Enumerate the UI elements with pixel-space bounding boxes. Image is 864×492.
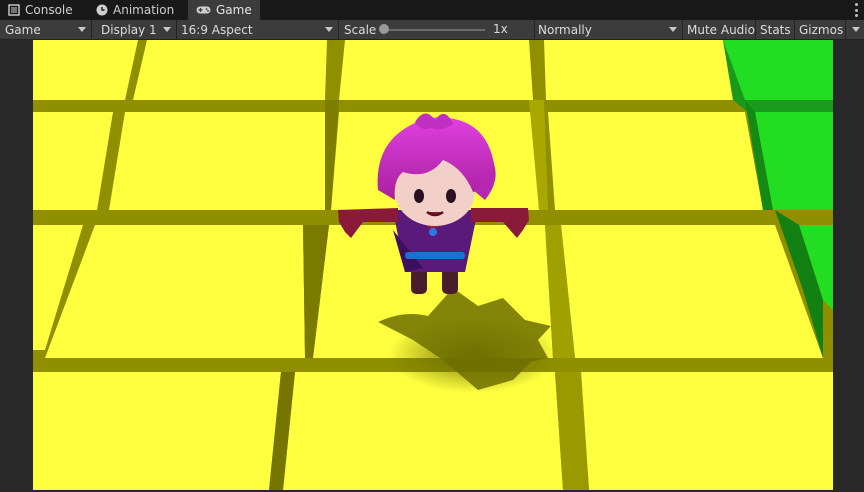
display-value: Display 1 — [101, 22, 157, 37]
aspect-value: 16:9 Aspect — [181, 22, 253, 37]
display-dropdown[interactable]: Display 1 — [92, 20, 177, 39]
game-view-toolbar: Game Display 1 16:9 Aspect Scale 1x Norm… — [0, 20, 864, 40]
scale-label: Scale — [344, 22, 377, 37]
tab-animation-label: Animation — [113, 3, 175, 17]
chevron-down-icon — [163, 27, 171, 32]
mute-audio-button[interactable]: Mute Audio — [683, 20, 756, 39]
more-options-icon[interactable] — [854, 3, 858, 17]
scale-slider-track[interactable] — [381, 29, 485, 31]
display-mode-value: Game — [5, 22, 41, 37]
chevron-down-icon — [325, 27, 333, 32]
chevron-down-icon — [669, 27, 677, 32]
chevron-down-icon — [78, 27, 86, 32]
chevron-down-icon — [852, 27, 860, 32]
tab-animation[interactable]: Animation — [88, 0, 188, 20]
gizmos-menu-dropdown[interactable] — [846, 20, 864, 39]
mute-audio-label: Mute Audio — [687, 22, 755, 37]
game-scene — [33, 40, 833, 490]
play-mode-value: Normally — [538, 22, 592, 37]
tab-game[interactable]: Game — [188, 0, 260, 20]
console-icon — [8, 4, 20, 16]
tab-game-label: Game — [216, 3, 252, 17]
window-tab-bar: Console Animation Game — [0, 0, 864, 21]
gamepad-icon — [196, 4, 211, 16]
scale-value: 1x — [493, 22, 508, 36]
stats-label: Stats — [760, 22, 791, 37]
stats-button[interactable]: Stats — [756, 20, 795, 39]
scale-slider-handle[interactable] — [379, 24, 389, 34]
play-mode-dropdown[interactable]: Normally — [535, 20, 683, 39]
aspect-dropdown[interactable]: 16:9 Aspect — [177, 20, 339, 39]
game-viewport[interactable] — [33, 40, 833, 490]
tab-console[interactable]: Console — [0, 0, 82, 20]
scale-control: Scale 1x — [339, 20, 535, 39]
tab-console-label: Console — [25, 3, 73, 17]
gizmos-button[interactable]: Gizmos — [795, 20, 846, 39]
display-mode-dropdown[interactable]: Game — [0, 20, 92, 39]
animation-clock-icon — [96, 4, 108, 16]
gizmos-label: Gizmos — [799, 22, 844, 37]
